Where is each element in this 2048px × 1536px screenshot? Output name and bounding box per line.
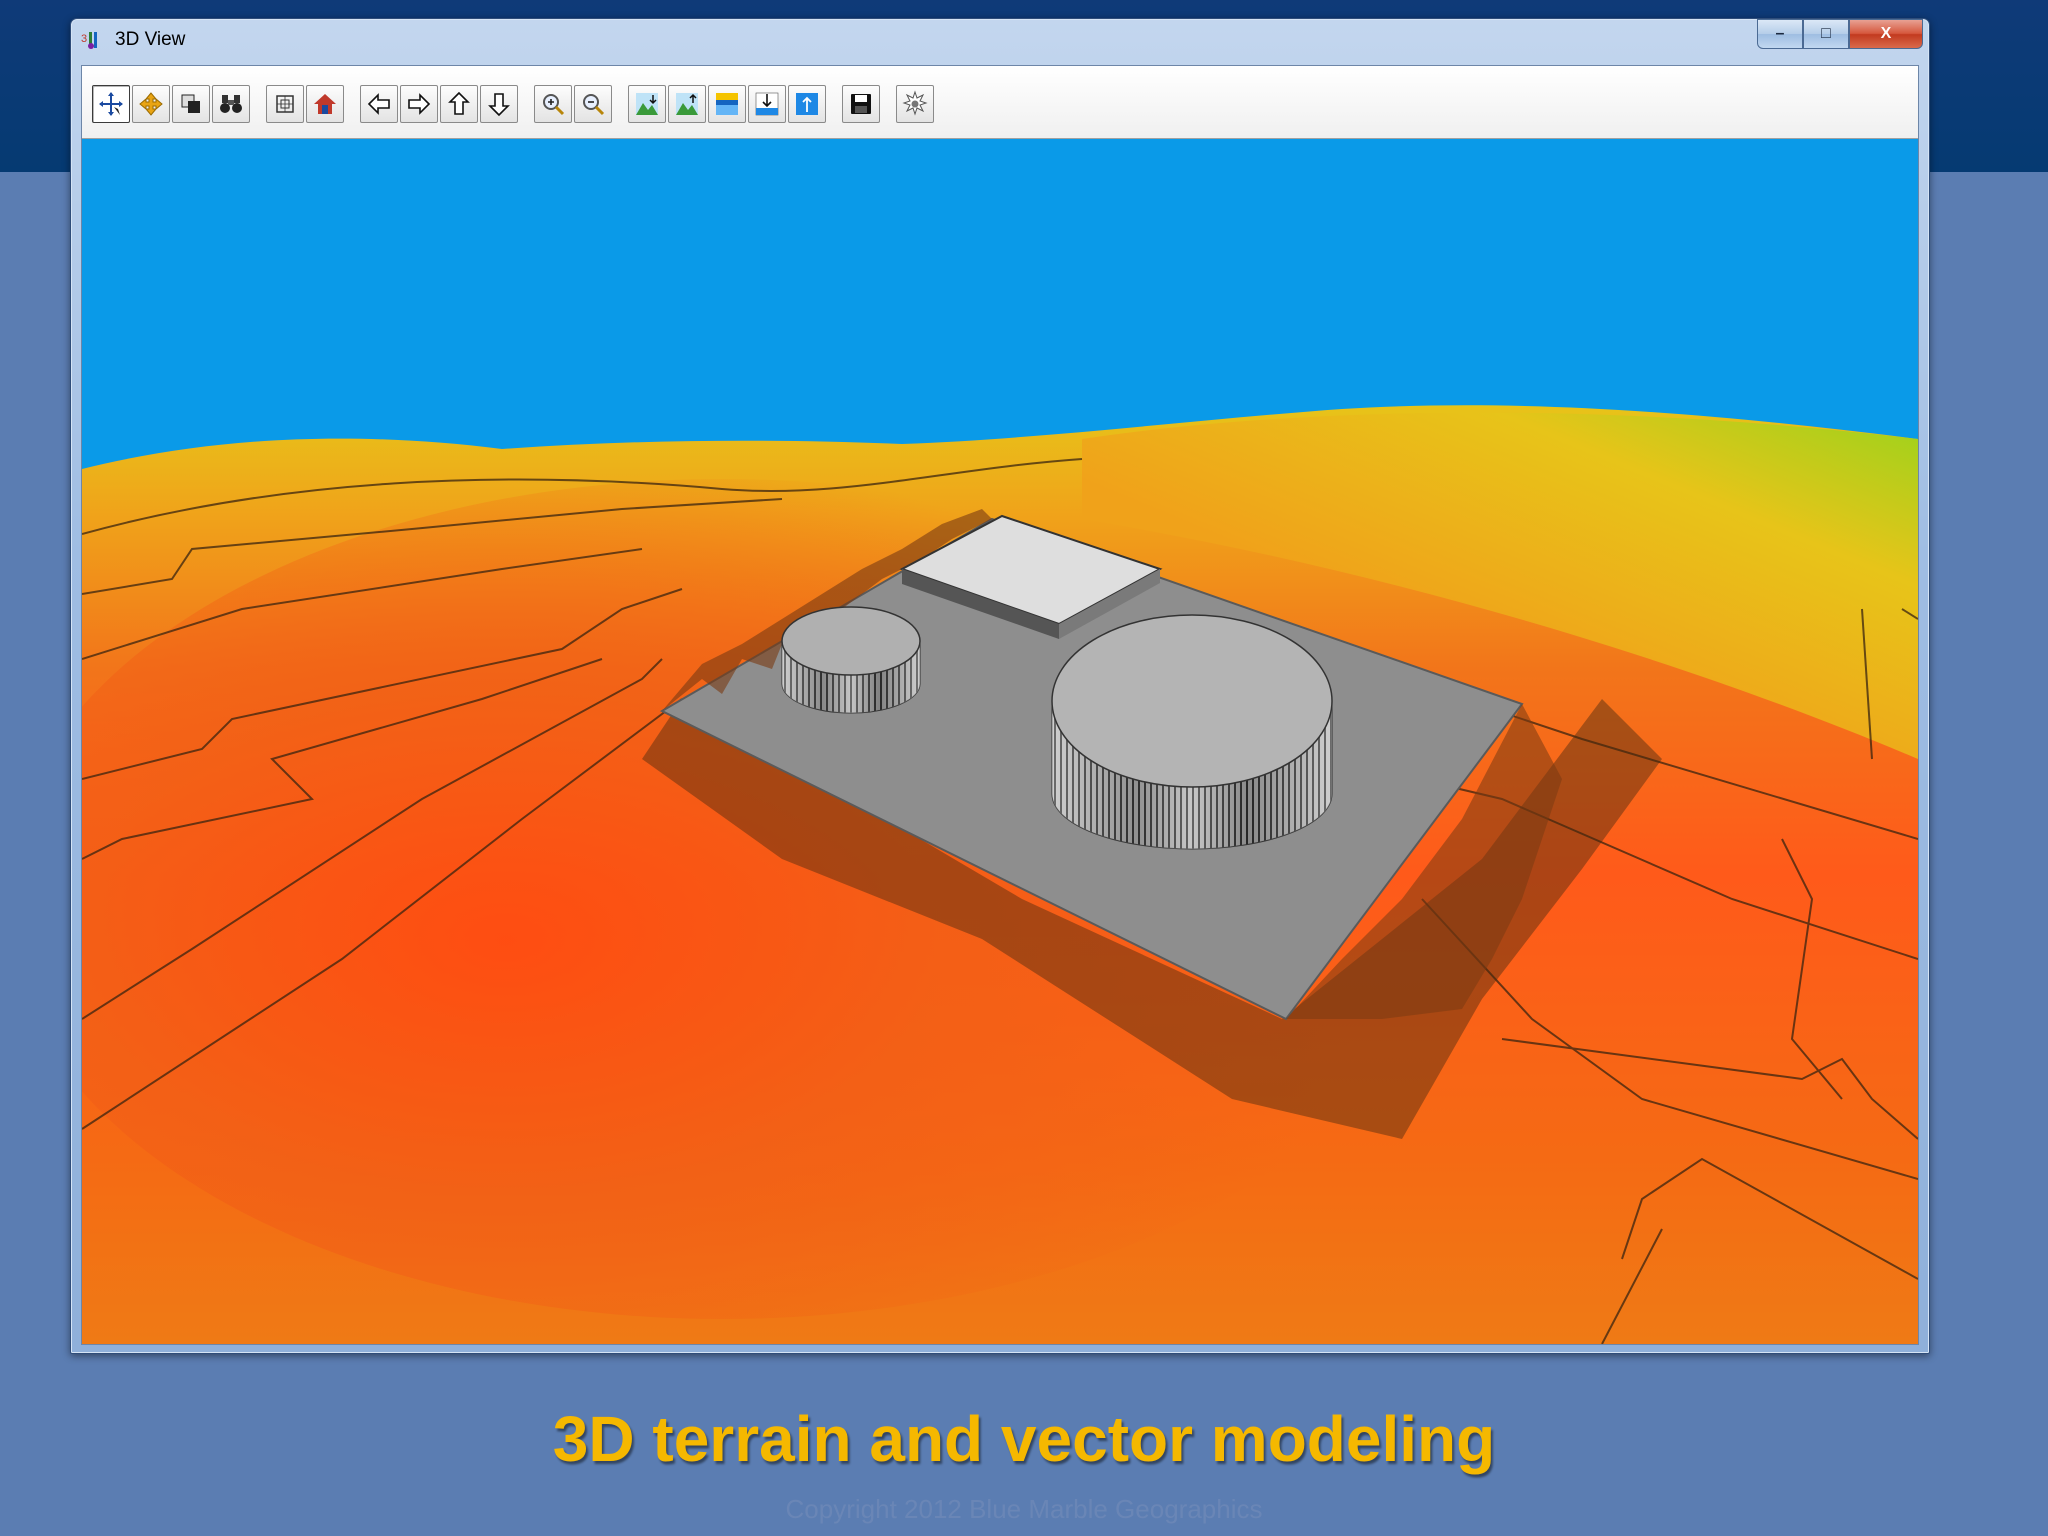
settings-button[interactable] <box>896 85 934 123</box>
select-tool-button[interactable] <box>92 85 130 123</box>
zoom-out-button[interactable] <box>574 85 612 123</box>
crosshair-arrows-icon <box>99 92 123 116</box>
terrain-up-icon <box>676 93 698 115</box>
water-level-icon <box>716 93 738 115</box>
copyright-notice: Copyright 2012 Blue Marble Geographics <box>785 1494 1263 1524</box>
zoom-in-icon <box>543 94 565 116</box>
lower-water-button[interactable] <box>748 85 786 123</box>
arrow-right-icon <box>408 93 431 115</box>
zoom-in-button[interactable] <box>534 85 572 123</box>
arrow-left-icon <box>367 93 390 115</box>
save-view-button[interactable] <box>842 85 880 123</box>
large-cylinder-tank <box>1051 614 1333 850</box>
terrain-raise-button[interactable] <box>668 85 706 123</box>
zoom-out-icon <box>583 94 605 116</box>
title-bar[interactable]: 3 3D View – □ X <box>71 19 1929 61</box>
terrain-lower-button[interactable] <box>628 85 666 123</box>
window-title: 3D View <box>115 29 186 50</box>
home-view-button[interactable] <box>306 85 344 123</box>
water-level-button[interactable] <box>708 85 746 123</box>
raise-water-icon <box>796 93 818 115</box>
move-right-button[interactable] <box>400 85 438 123</box>
layers-button[interactable] <box>172 85 210 123</box>
3d-view-app-icon: 3 <box>81 32 97 49</box>
arrow-up-icon <box>448 91 470 115</box>
maximize-button[interactable]: □ <box>1803 19 1849 49</box>
fit-view-button[interactable] <box>266 85 304 123</box>
client-area <box>81 65 1919 1345</box>
move-up-button[interactable] <box>440 85 478 123</box>
pan-tool-button[interactable] <box>132 85 170 123</box>
minimize-button[interactable]: – <box>1757 19 1803 49</box>
layers-icon <box>181 94 200 113</box>
arrow-down-icon <box>488 93 510 117</box>
3d-view-window: 3 3D View – □ X <box>70 18 1930 1354</box>
3d-viewport[interactable] <box>82 139 1918 1344</box>
find-button[interactable] <box>212 85 250 123</box>
slide-caption: 3D terrain and vector modeling <box>552 1403 1496 1475</box>
floppy-disk-icon <box>851 94 871 114</box>
move-left-button[interactable] <box>360 85 398 123</box>
move-down-button[interactable] <box>480 85 518 123</box>
svg-text:3: 3 <box>81 33 87 45</box>
small-cylinder-tank <box>781 606 921 714</box>
bounding-box-icon <box>276 95 294 113</box>
raise-water-button[interactable] <box>788 85 826 123</box>
toolbar <box>82 66 1918 139</box>
3d-scene <box>82 139 1918 1344</box>
binoculars-icon <box>220 95 242 113</box>
terrain-down-icon <box>636 93 658 115</box>
close-button[interactable]: X <box>1849 19 1923 49</box>
settings-burst-icon <box>902 90 928 116</box>
lower-water-icon <box>755 92 779 116</box>
pan-arrows-icon <box>139 92 163 116</box>
house-icon <box>314 94 336 114</box>
window-controls: – □ X <box>1757 19 1923 49</box>
